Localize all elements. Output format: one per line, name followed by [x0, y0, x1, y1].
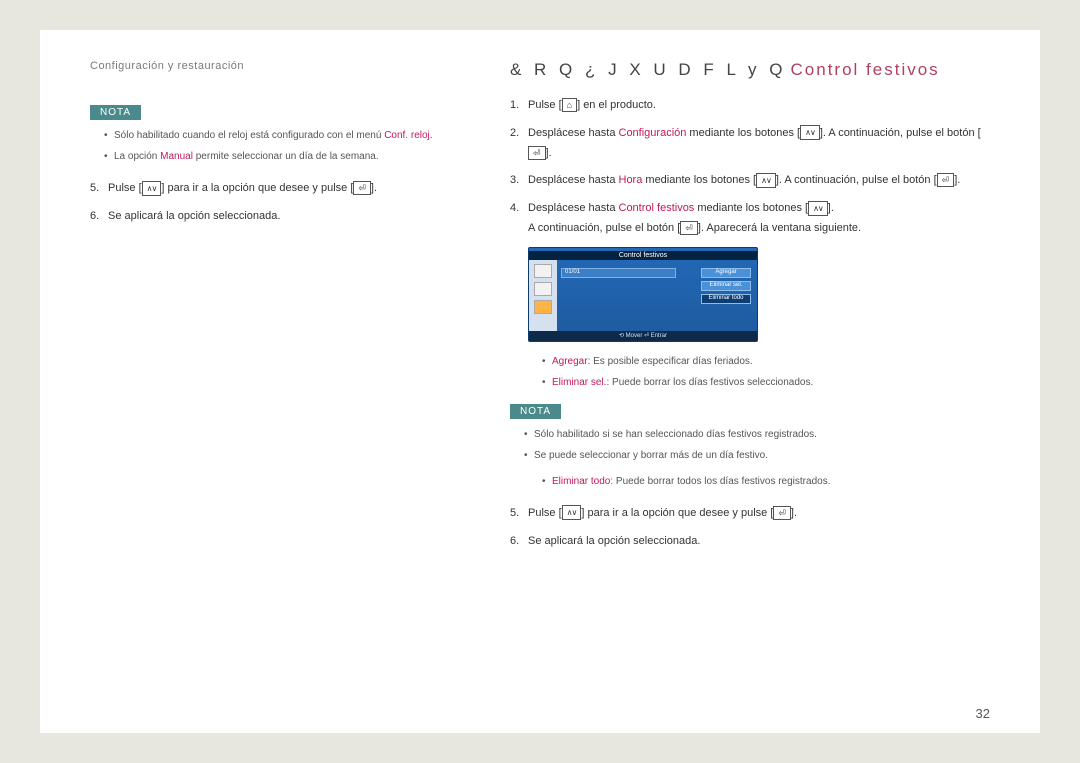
highlight: Manual — [160, 151, 193, 162]
right-column: & R Q ¿ J X U D F L y Q Control festivos … — [495, 60, 990, 703]
step-3: Desplácese hasta Hora mediante los boton… — [510, 171, 990, 191]
left-column: Configuración y restauración NOTA Sólo h… — [90, 60, 495, 703]
enter-icon — [773, 506, 791, 520]
sidebar-thumb-icon — [534, 282, 552, 296]
right-nota-list: Sólo habilitado si se han seleccionado d… — [510, 427, 990, 464]
page-number: 32 — [976, 706, 990, 721]
enter-icon — [680, 221, 698, 235]
dialog-title: Control festivos — [529, 251, 757, 260]
right-steps-5to6: Pulse [] para ir a la opción que desee y… — [510, 504, 990, 552]
section-title: & R Q ¿ J X U D F L y QControl festivos — [510, 60, 990, 80]
highlight: Hora — [619, 174, 643, 186]
right-steps-1to4: Pulse [] en el producto. Desplácese hast… — [510, 96, 990, 239]
dialog-sidebar — [529, 260, 557, 331]
option-list: Agregar: Es posible especificar días fer… — [528, 354, 990, 391]
step-6: Se aplicará la opción seleccionada. — [90, 207, 470, 227]
highlight: Eliminar sel. — [552, 377, 606, 388]
nota-badge-left: NOTA — [90, 105, 141, 120]
nota-item: Sólo habilitado cuando el reloj está con… — [104, 128, 470, 144]
highlight: Agregar — [552, 356, 588, 367]
option-list-2: Eliminar todo: Puede borrar todos los dí… — [528, 474, 990, 490]
updown-icon — [800, 125, 820, 140]
updown-icon — [756, 173, 776, 188]
left-nota-list: Sólo habilitado cuando el reloj está con… — [90, 128, 470, 165]
option-eliminar-todo: Eliminar todo: Puede borrar todos los dí… — [542, 474, 990, 490]
document-page: Configuración y restauración NOTA Sólo h… — [40, 30, 1040, 733]
updown-icon — [562, 505, 582, 520]
step-1: Pulse [] en el producto. — [510, 96, 990, 116]
left-steps: Pulse [] para ir a la opción que desee y… — [90, 179, 470, 227]
step-6: Se aplicará la opción seleccionada. — [510, 532, 990, 552]
step-5: Pulse [] para ir a la opción que desee y… — [90, 179, 470, 199]
dialog-footer: ⟲ Mover ⏎ Entrar — [529, 331, 757, 341]
date-row: 01/01 — [561, 268, 676, 278]
enter-icon — [353, 181, 371, 195]
sidebar-thumb-icon — [534, 264, 552, 278]
step-5: Pulse [] para ir a la opción que desee y… — [510, 504, 990, 524]
dialog-screenshot: Control festivos 01/01 Agregar Eliminar … — [528, 247, 758, 342]
enter-icon — [937, 173, 955, 187]
page-header: Configuración y restauración — [90, 60, 470, 72]
highlight: Eliminar todo — [552, 476, 610, 487]
option-agregar: Agregar: Es posible especificar días fer… — [542, 354, 990, 370]
option-eliminar-sel: Eliminar sel.: Puede borrar los días fes… — [542, 375, 990, 391]
nota-item: La opción Manual permite seleccionar un … — [104, 149, 470, 165]
garbled-text: & R Q ¿ J X U D F L y Q — [510, 60, 787, 79]
nota-item: Sólo habilitado si se han seleccionado d… — [524, 427, 990, 443]
agregar-button: Agregar — [701, 268, 751, 278]
nota-item: Se puede seleccionar y borrar más de un … — [524, 448, 990, 464]
updown-icon — [142, 181, 162, 196]
highlight: Configuración — [619, 127, 687, 139]
highlight: Conf. reloj — [384, 130, 430, 141]
sidebar-thumb-icon — [534, 300, 552, 314]
highlight: Control festivos — [619, 202, 695, 214]
menu-icon — [562, 98, 577, 112]
eliminar-sel-button: Eliminar sel. — [701, 281, 751, 291]
eliminar-todo-button: Eliminar todo — [701, 294, 751, 304]
nota-badge-right: NOTA — [510, 404, 561, 419]
updown-icon — [808, 201, 828, 216]
step-2: Desplácese hasta Configuración mediante … — [510, 124, 990, 164]
step-4: Desplácese hasta Control festivos median… — [510, 199, 990, 239]
enter-icon — [528, 146, 546, 160]
